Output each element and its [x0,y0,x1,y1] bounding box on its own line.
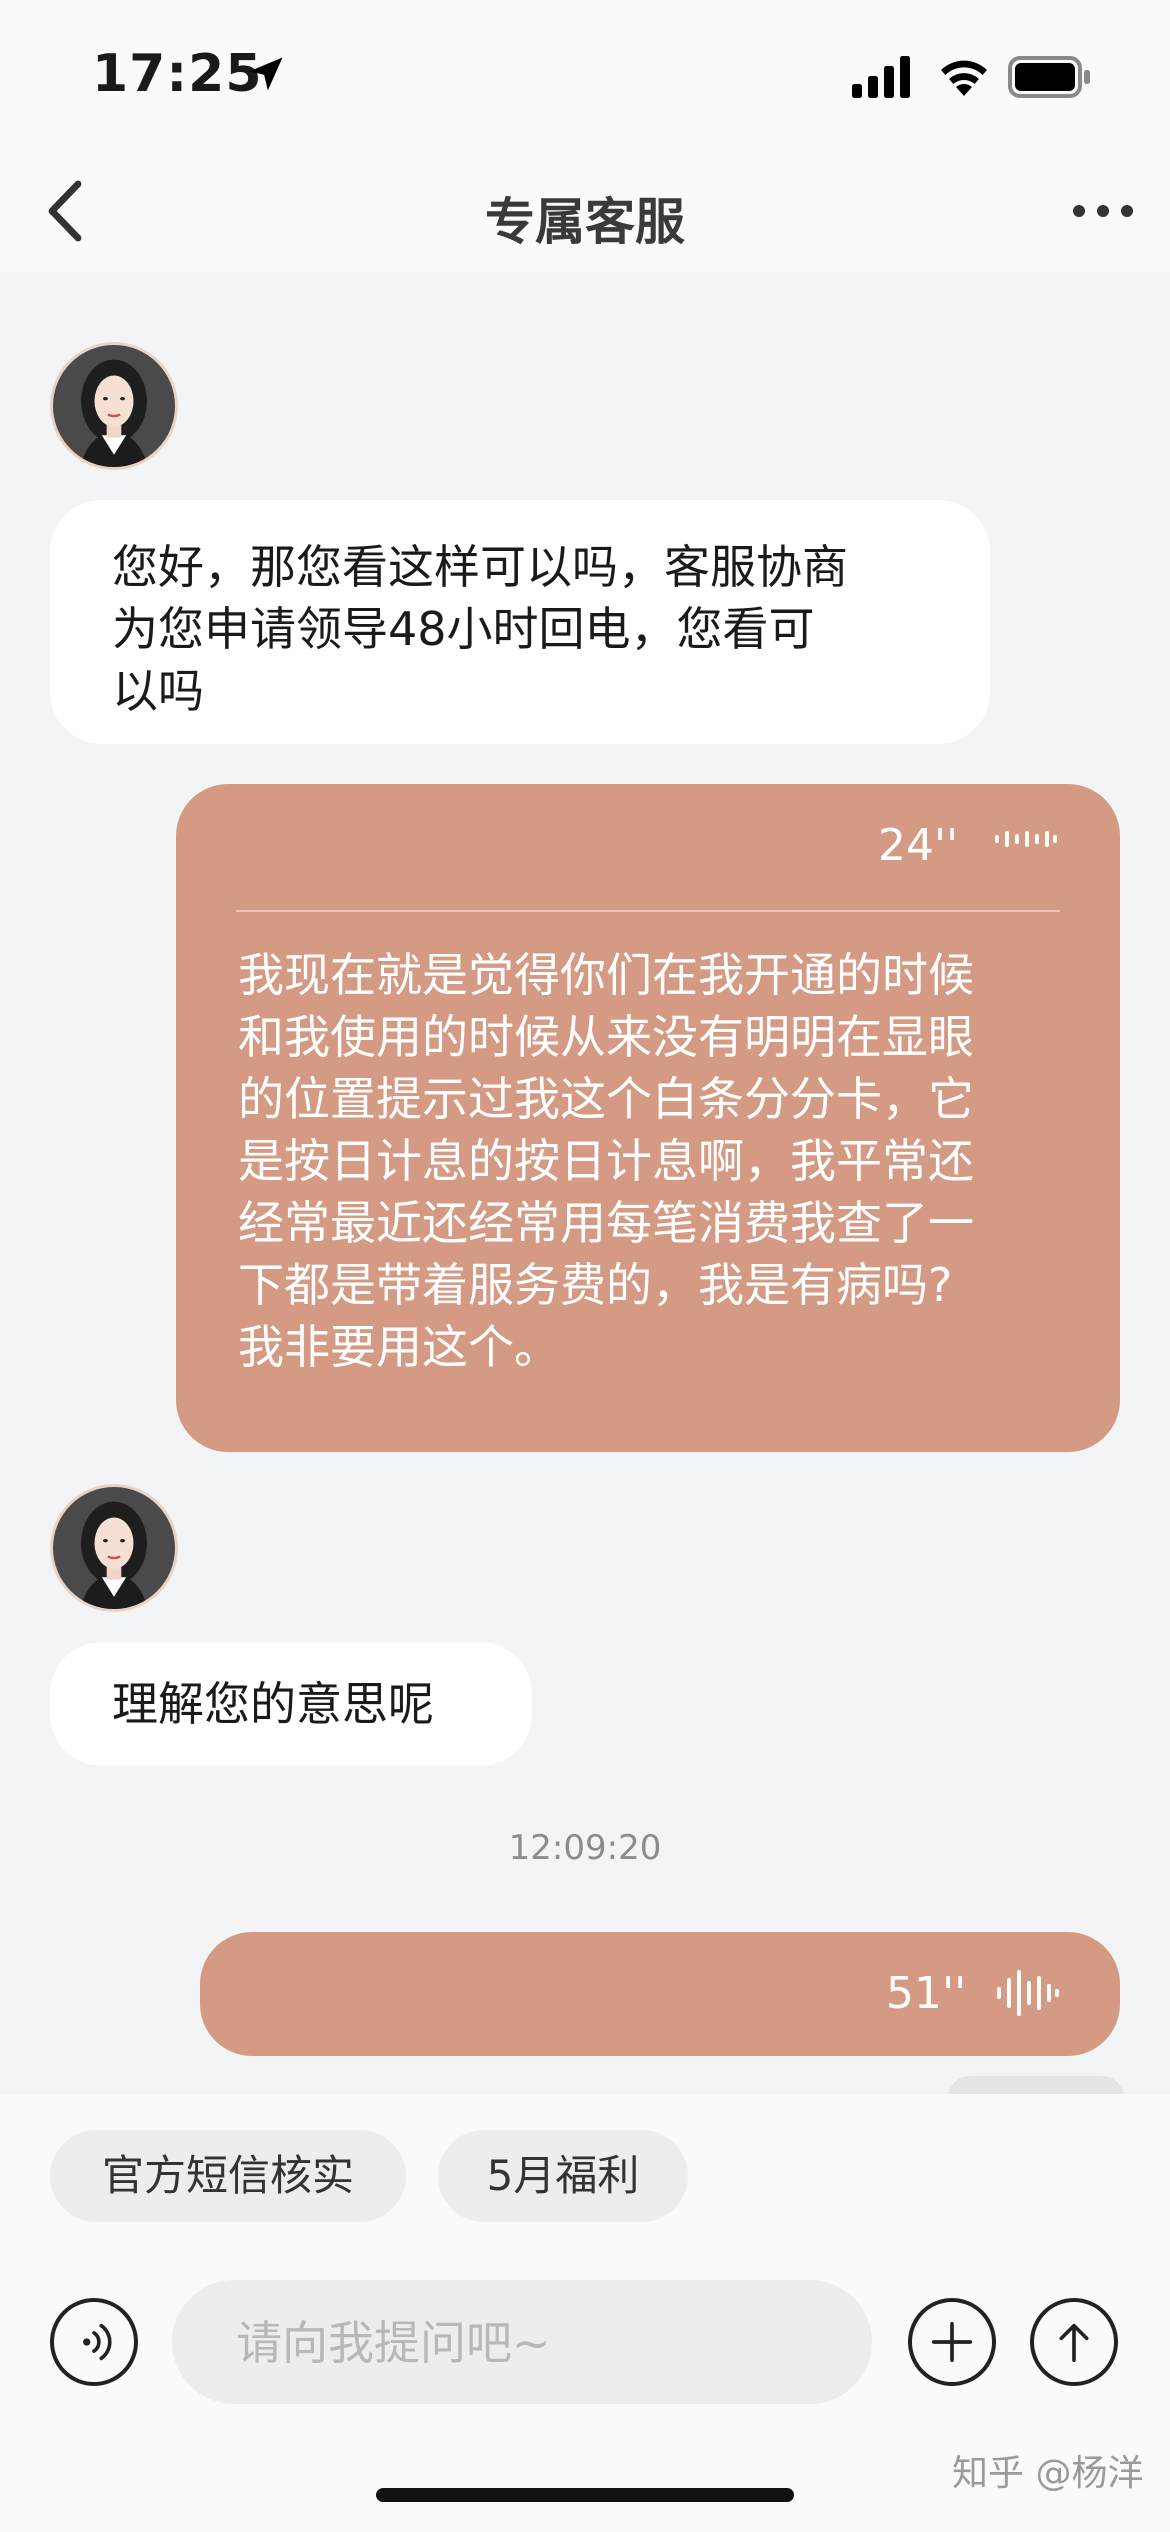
partial-status-chip [948,2076,1124,2094]
home-indicator[interactable] [376,2488,794,2502]
send-up-arrow-icon [1059,2323,1089,2362]
message-line: 您好，那您看这样可以吗，客服协商 [112,540,848,594]
more-dots-icon[interactable] [1070,198,1136,224]
question-input[interactable] [234,2280,838,2406]
question-input-container[interactable] [172,2280,872,2406]
location-arrow-icon [249,57,283,91]
send-button[interactable] [1030,2298,1118,2386]
transcript-line: 的位置提示过我这个白条分分卡，它 [238,1072,974,1126]
plus-icon [932,2322,972,2362]
agent-avatar[interactable] [50,342,178,470]
battery-icon [1008,56,1090,98]
status-time: 17:25 [92,44,263,104]
agent-message-bubble[interactable]: 您好，那您看这样可以吗，客服协商 为您申请领导48小时回电，您看可 以吗 [50,500,990,744]
transcript-line: 经常最近还经常用每笔消费我查了一 [238,1196,974,1250]
message-line: 理解您的意思呢 [112,1677,434,1731]
message-line: 为您申请领导48小时回电，您看可 [112,602,815,656]
transcript-divider [236,910,1060,912]
page-title: 专属客服 [485,193,685,251]
wifi-icon [941,60,987,96]
voice-input-button[interactable] [50,2298,138,2386]
voice-input-icon [83,2323,112,2361]
transcript-line: 我非要用这个。 [238,1320,560,1374]
transcript-line: 下都是带着服务费的，我是有病吗? [238,1258,953,1312]
chat-area[interactable]: 您好，那您看这样可以吗，客服协商 为您申请领导48小时回电，您看可 以吗 24'… [0,272,1170,2094]
voice-wave-icon [995,831,1057,847]
voice-duration: 24'' [878,820,959,871]
message-line: 以吗 [112,664,204,718]
voice-duration: 51'' [886,1968,967,2019]
quick-reply-chip[interactable]: 官方短信核实 [50,2130,406,2222]
voice-wave-icon [997,1970,1059,2016]
transcript-line: 和我使用的时候从来没有明明在显眼 [238,1010,974,1064]
user-voice-message[interactable]: 51'' [200,1932,1120,2056]
user-voice-message[interactable]: 24'' 我现在就是觉得你们在我开通的时候 和我使用的时候从来没有明明在显眼 的… [176,784,1120,1452]
transcript-line: 我现在就是觉得你们在我开通的时候 [238,948,974,1002]
cellular-signal-icon [852,56,910,98]
message-timestamp: 12:09:20 [508,1828,662,1868]
status-bar: 17:25 [0,0,1170,150]
plus-button[interactable] [908,2298,996,2386]
transcript-line: 是按日计息的按日计息啊，我平常还 [238,1134,974,1188]
agent-avatar[interactable] [50,1484,178,1612]
quick-reply-chip[interactable]: 5月福利 [438,2130,688,2222]
watermark: 知乎 @杨洋 [952,2453,1144,2494]
agent-message-bubble[interactable]: 理解您的意思呢 [50,1642,532,1766]
voice-transcript: 我现在就是觉得你们在我开通的时候 和我使用的时候从来没有明明在显眼 的位置提示过… [238,944,1088,1378]
nav-bar: 专属客服 [0,150,1170,272]
